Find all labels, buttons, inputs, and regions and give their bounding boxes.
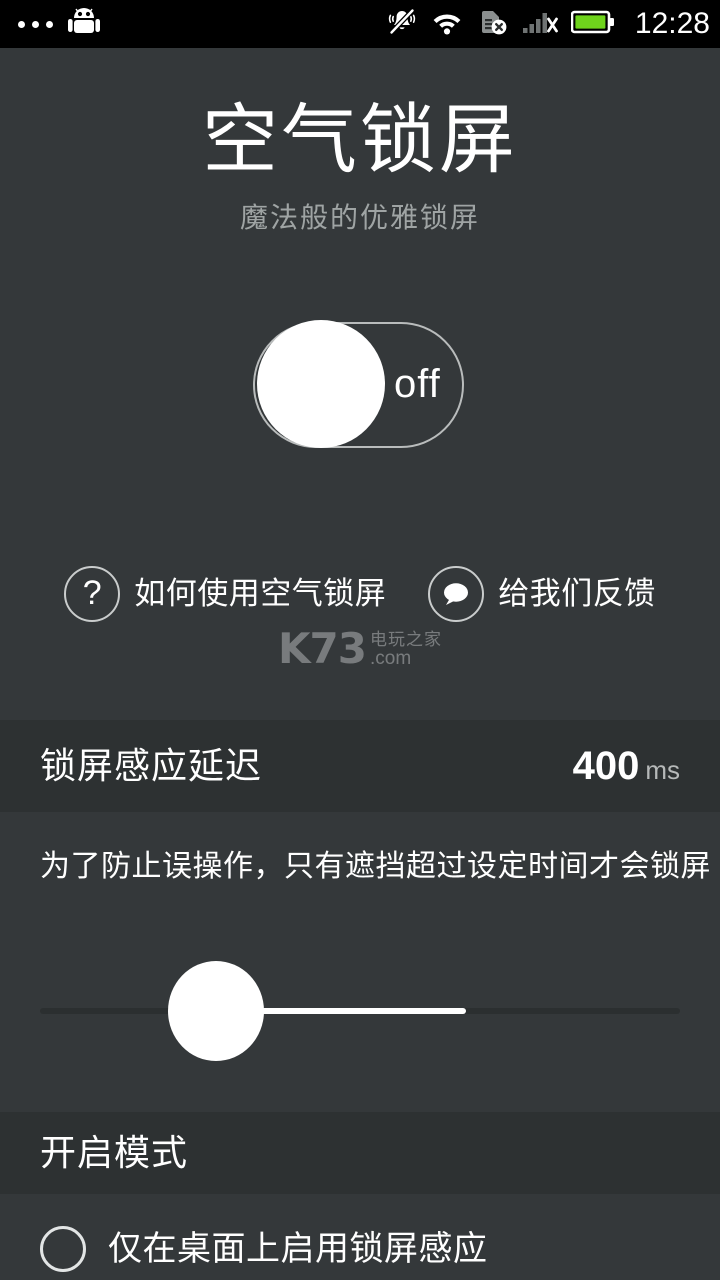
radio-button-icon[interactable] — [40, 1226, 86, 1272]
status-bar-clock: 12:28 — [634, 7, 710, 40]
signal-no-service-icon — [522, 8, 558, 41]
app-subtitle: 魔法般的优雅锁屏 — [239, 202, 480, 233]
how-to-use-link[interactable]: ? 如何使用空气锁屏 — [64, 566, 386, 622]
delay-slider[interactable] — [40, 956, 680, 1066]
help-links-row: ? 如何使用空气锁屏 给我们反馈 — [0, 566, 720, 622]
mode-section-title: 开启模式 — [40, 1132, 189, 1173]
status-bar-left — [18, 7, 101, 42]
android-robot-icon — [67, 7, 101, 42]
wifi-icon — [430, 8, 464, 41]
status-bar-right: 12:28 — [387, 7, 710, 42]
delay-section-body: 为了防止误操作，只有遮挡超过设定时间才会锁屏 — [0, 812, 720, 1112]
toggle-knob[interactable] — [257, 320, 385, 448]
mode-section-header: 开启模式 — [0, 1112, 720, 1194]
watermark-brand: K73 — [278, 624, 367, 673]
hero-section: 空气锁屏 魔法般的优雅锁屏 off ? 如何使用空气锁屏 给我们反馈 K73 电… — [0, 48, 720, 720]
battery-full-icon — [570, 9, 615, 40]
delay-section-header: 锁屏感应延迟 400 ms — [0, 720, 720, 812]
question-mark-glyph: ? — [82, 574, 102, 612]
slider-knob[interactable] — [168, 961, 264, 1061]
feedback-label: 给我们反馈 — [498, 576, 656, 611]
toggle-state-label: off — [394, 362, 441, 406]
sim-card-missing-icon — [477, 7, 509, 42]
watermark-right: 电玩之家 .com — [370, 631, 442, 669]
speech-bubble-icon — [428, 566, 485, 622]
app-screen: 12:28 空气锁屏 魔法般的优雅锁屏 off ? 如何使用空气锁屏 给我们反馈… — [0, 0, 720, 1280]
delay-unit: ms — [645, 755, 680, 785]
mode-section-body: 仅在桌面上启用锁屏感应 — [0, 1194, 720, 1280]
app-title: 空气锁屏 — [202, 98, 518, 183]
watermark-cn-text: 电玩之家 — [370, 630, 442, 649]
vibrate-mute-icon — [387, 7, 417, 42]
delay-value: 400 — [572, 744, 640, 788]
overflow-dots-icon — [18, 20, 53, 28]
feedback-link[interactable]: 给我们反馈 — [428, 566, 656, 622]
delay-section-title: 锁屏感应延迟 — [40, 745, 263, 786]
delay-value-group: 400 ms — [573, 744, 680, 788]
watermark-domain: .com — [370, 648, 412, 669]
question-mark-icon: ? — [64, 566, 121, 622]
mode-option-label: 仅在桌面上启用锁屏感应 — [108, 1230, 488, 1268]
mode-option-desktop-only[interactable]: 仅在桌面上启用锁屏感应 — [40, 1226, 488, 1272]
watermark: K73 电玩之家 .com — [0, 628, 720, 670]
master-toggle[interactable]: off — [251, 320, 470, 454]
delay-description: 为了防止误操作，只有遮挡超过设定时间才会锁屏 — [40, 850, 711, 883]
status-bar: 12:28 — [0, 0, 720, 48]
how-to-use-label: 如何使用空气锁屏 — [134, 576, 387, 611]
